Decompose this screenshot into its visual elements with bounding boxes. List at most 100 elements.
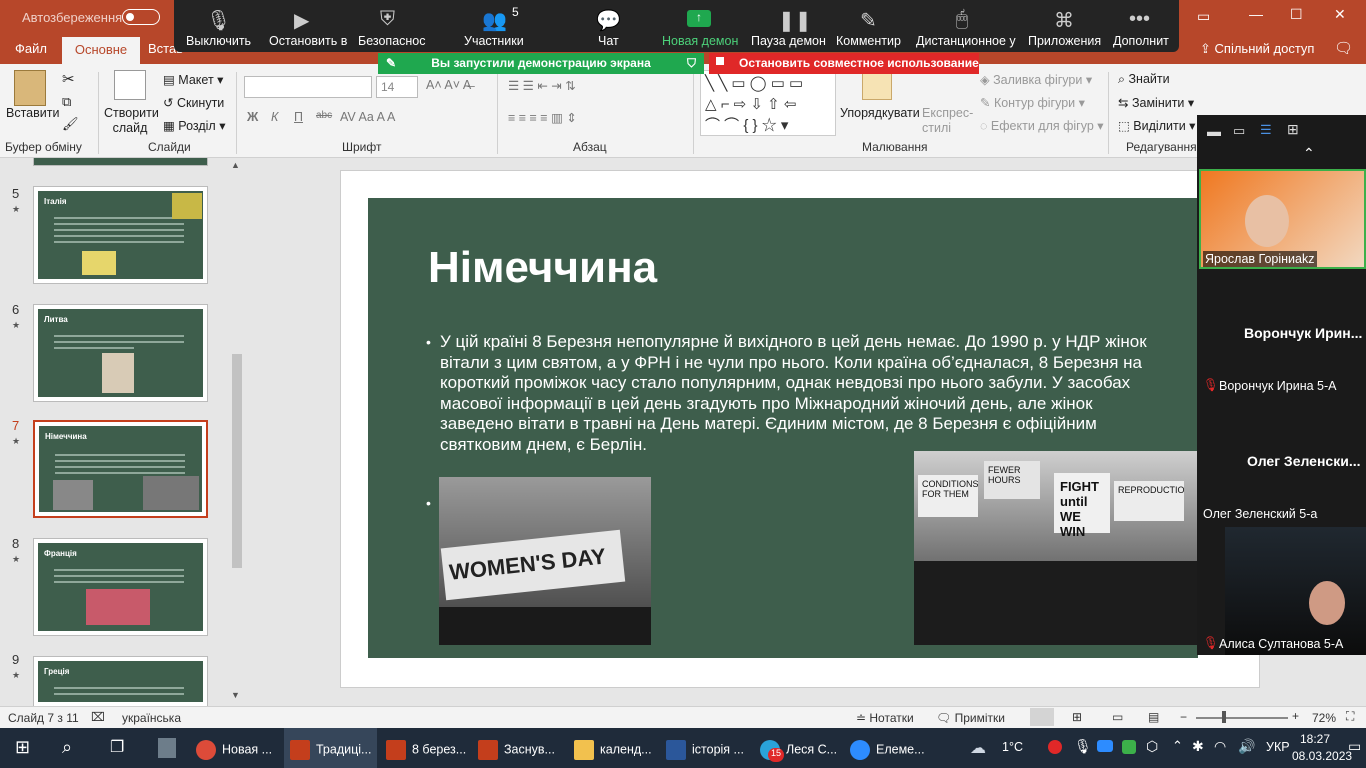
pause-share-button[interactable]: Пауза демон — [751, 34, 826, 48]
paste-button[interactable]: Вставити — [6, 106, 59, 120]
arrange-icon[interactable] — [862, 72, 892, 100]
scroll-up-icon[interactable]: ▲ — [231, 160, 240, 170]
participant-video-1[interactable]: Ярослав Горіниakz — [1199, 169, 1366, 269]
underline-button[interactable]: П — [294, 110, 303, 124]
security-button[interactable]: Безопаснос — [358, 34, 426, 48]
font-size-input[interactable]: 14 — [376, 76, 418, 98]
section-button[interactable]: ▦ Розділ ▾ — [163, 118, 225, 133]
share-screen-icon[interactable]: ↑ — [687, 10, 711, 27]
slide-thumbnail-9[interactable]: Греція — [33, 656, 208, 706]
weather-icon[interactable]: ☁ — [970, 738, 986, 758]
current-slide[interactable]: Німеччина • У цій країні 8 Березня непоп… — [368, 198, 1198, 658]
participant-video-4[interactable] — [1225, 527, 1366, 655]
format-painter-icon[interactable]: 🖌 — [62, 116, 79, 132]
annotate-button[interactable]: Комментир — [836, 34, 901, 48]
apps-icon[interactable]: ⌘ — [1054, 8, 1074, 33]
windows-start-icon[interactable]: ⊞ — [15, 737, 30, 758]
zoom-level[interactable]: 72% — [1312, 711, 1336, 725]
taskbar-powerpoint-2[interactable]: 8 берез... — [386, 728, 466, 768]
comments-button[interactable]: 🗨 Примітки — [936, 711, 1005, 725]
maximize-button[interactable]: ☐ — [1290, 6, 1303, 23]
select-button[interactable]: ⬚ Виділити ▾ — [1118, 118, 1195, 133]
weather-temp[interactable]: 1°С — [1002, 740, 1023, 754]
mute-button[interactable]: Выключить — [186, 34, 251, 48]
participants-icon[interactable]: 👥 — [482, 8, 507, 33]
new-slide-icon[interactable] — [114, 70, 146, 100]
taskbar-folder[interactable]: календ... — [574, 728, 652, 768]
zoom-out-icon[interactable]: − — [1180, 710, 1187, 724]
tray-zoom-icon[interactable] — [1097, 740, 1113, 752]
keyboard-language[interactable]: УКР — [1266, 740, 1290, 754]
scroll-down-icon[interactable]: ▼ — [231, 690, 240, 700]
slide-thumbnail-5[interactable]: Італія — [33, 186, 208, 284]
chat-button[interactable]: Чат — [598, 34, 619, 48]
more-icon[interactable]: ••• — [1129, 8, 1150, 31]
find-button[interactable]: ⌕ Знайти — [1118, 72, 1170, 87]
speaker-view-icon[interactable]: ▭ — [1233, 123, 1245, 139]
bold-button[interactable]: Ж — [247, 110, 258, 124]
thumbnail-partial[interactable] — [33, 158, 208, 166]
slide-body-text[interactable]: У цій країні 8 Березня непопулярне й вих… — [440, 332, 1162, 455]
cut-icon[interactable]: ✂ — [62, 70, 75, 88]
arrange-button[interactable]: Упорядкувати — [840, 106, 920, 120]
font-extra-controls[interactable]: AV Aa A A — [340, 110, 395, 124]
shape-outline-button[interactable]: ✎ Контур фігури ▾ — [980, 95, 1085, 110]
apps-button[interactable]: Приложения — [1028, 34, 1101, 48]
reset-button[interactable]: ↺ Скинути — [163, 95, 224, 110]
tab-file[interactable]: Файл — [15, 41, 47, 56]
participants-button[interactable]: Участники — [464, 34, 524, 48]
notes-button[interactable]: ≐ Нотатки — [856, 711, 914, 725]
scrollbar-thumb[interactable] — [232, 354, 242, 568]
taskbar-chrome[interactable]: Новая ... — [196, 728, 272, 768]
normal-view-icon[interactable] — [1030, 708, 1054, 726]
tray-app-icon[interactable]: ⬡ — [1146, 738, 1158, 755]
taskbar-word[interactable]: історія ... — [666, 728, 744, 768]
tray-app-icon[interactable] — [1048, 740, 1062, 754]
slide-sorter-icon[interactable]: ⊞ — [1072, 710, 1082, 724]
task-view-icon[interactable]: ❐ — [110, 737, 124, 757]
slide-thumbnail-8[interactable]: Франція — [33, 538, 208, 636]
restore-icon[interactable]: ▭ — [1197, 8, 1210, 25]
slide-thumbnail-7-selected[interactable]: Німеччина — [33, 420, 208, 518]
zoom-in-icon[interactable]: + — [1292, 709, 1299, 723]
new-slide-button[interactable]: Створити слайд — [104, 106, 159, 136]
remote-control-icon[interactable]: 🖱 — [956, 8, 968, 31]
zoom-slider[interactable] — [1196, 717, 1288, 719]
clock-date[interactable]: 08.03.2023 — [1292, 749, 1352, 763]
notifications-icon[interactable]: ▭ — [1348, 738, 1361, 755]
more-button[interactable]: Дополнит — [1113, 34, 1169, 48]
minimize-panel-icon[interactable]: ▬ — [1207, 123, 1221, 139]
wifi-icon[interactable]: ◠ — [1214, 738, 1226, 755]
layout-button[interactable]: ▤ Макет ▾ — [163, 72, 223, 87]
search-icon[interactable]: ⌕ — [62, 737, 72, 758]
reading-view-icon[interactable]: ▭ — [1112, 710, 1123, 724]
stop-video-button[interactable]: Остановить в — [269, 34, 347, 48]
slide-title[interactable]: Німеччина — [428, 243, 657, 293]
video-camera-icon[interactable]: ▶ — [294, 8, 309, 33]
share-button[interactable]: ⇪ Спільний доступ — [1200, 41, 1314, 57]
new-share-button[interactable]: Новая демон — [662, 34, 738, 48]
chat-icon[interactable]: 💬 — [596, 8, 621, 33]
fit-slide-icon[interactable]: ⛶ — [1346, 709, 1354, 724]
copy-icon[interactable]: ⧉ — [62, 94, 71, 110]
close-button[interactable]: ✕ — [1334, 6, 1346, 23]
microphone-icon[interactable]: 🎙 — [206, 8, 231, 33]
bluetooth-icon[interactable]: ✱ — [1192, 738, 1204, 755]
spellcheck-icon[interactable]: ⌧ — [91, 710, 105, 724]
remote-control-button[interactable]: Дистанционное у — [916, 34, 1016, 48]
italic-button[interactable]: К — [271, 110, 278, 124]
suffrage-march-photo[interactable]: FIGHT until WE WIN CONDITIONS FOR THEM F… — [914, 451, 1198, 645]
taskbar-zoom[interactable]: Елеме... — [850, 728, 925, 768]
stop-share-button[interactable]: Остановить совместное использование — [709, 53, 979, 74]
strike-button[interactable]: abc — [316, 110, 332, 121]
taskbar-powerpoint-3[interactable]: Заснув... — [478, 728, 555, 768]
list-controls[interactable]: ☰ ☰ ⇤ ⇥ ⇅ — [508, 78, 576, 93]
quick-styles-button[interactable]: Експрес-стилі — [922, 106, 974, 136]
collapse-up-icon[interactable]: ⌃ — [1303, 145, 1315, 162]
tray-mic-icon[interactable]: 🎙 — [1074, 738, 1092, 755]
zoom-slider-thumb[interactable] — [1222, 711, 1226, 723]
womens-day-photo[interactable]: WOMEN'S DAY — [439, 477, 651, 645]
replace-button[interactable]: ⇆ Замінити ▾ — [1118, 95, 1194, 110]
shape-fill-button[interactable]: ◈ Заливка фігури ▾ — [980, 72, 1092, 87]
comments-icon[interactable]: 🗨 — [1334, 39, 1353, 57]
